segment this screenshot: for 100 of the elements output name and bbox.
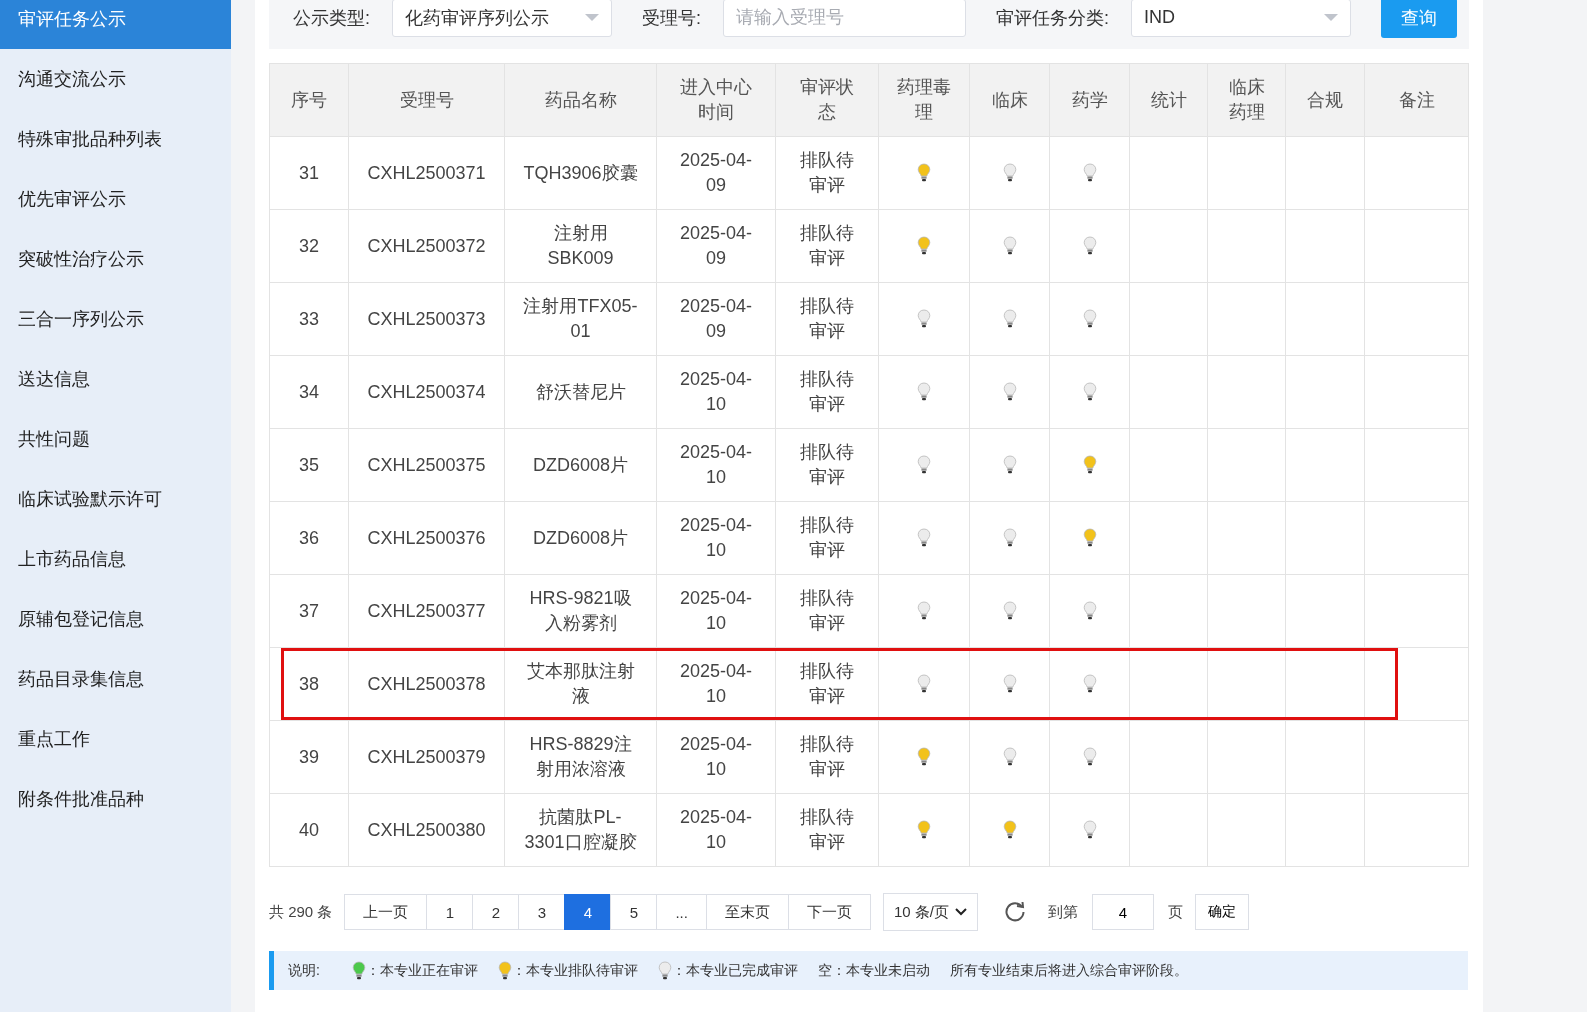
page-button[interactable]: 4 xyxy=(564,894,612,930)
sidebar-item[interactable]: 重点工作 xyxy=(0,709,231,769)
table-cell: 34 xyxy=(270,356,349,429)
caret-icon xyxy=(585,13,599,22)
legend-label: 说明: xyxy=(288,961,320,980)
column-header: 统计 xyxy=(1130,64,1208,137)
table-cell: 注射用TFX05-01 xyxy=(505,283,657,356)
table-cell: 排队待审评 xyxy=(776,210,879,283)
table-cell: HRS-8829注射用浓溶液 xyxy=(505,721,657,794)
goto-label: 到第 xyxy=(1047,902,1078,922)
filter-label: 受理号: xyxy=(642,6,701,30)
table-cell: 37 xyxy=(270,575,349,648)
column-header: 合规 xyxy=(1286,64,1365,137)
page-unit-label: 页 xyxy=(1167,902,1183,922)
table-cell: 排队待审评 xyxy=(776,794,879,867)
table-cell: DZD6008片 xyxy=(505,502,657,575)
table-cell: 2025-04-10 xyxy=(657,429,776,502)
column-header: 临床 xyxy=(970,64,1050,137)
table-cell: 2025-04-09 xyxy=(657,137,776,210)
sidebar-item[interactable]: 突破性治疗公示 xyxy=(0,229,231,289)
table-cell: TQH3906胶囊 xyxy=(505,137,657,210)
table-cell: 注射用SBK009 xyxy=(505,210,657,283)
table-cell: 2025-04-10 xyxy=(657,502,776,575)
table-cell: CXHL2500379 xyxy=(349,721,505,794)
page-input[interactable]: 4 xyxy=(1091,894,1154,930)
table-cell: 2025-04-10 xyxy=(657,356,776,429)
table-cell: 排队待审评 xyxy=(776,648,879,721)
table-cell: CXHL2500374 xyxy=(349,356,505,429)
table-cell: 排队待审评 xyxy=(776,575,879,648)
table-cell: CXHL2500371 xyxy=(349,137,505,210)
column-header: 药学 xyxy=(1050,64,1130,137)
sidebar-item[interactable]: 药品目录集信息 xyxy=(0,649,231,709)
table-cell: 38 xyxy=(270,648,349,721)
chevron-down-icon xyxy=(954,908,967,916)
table-cell: 排队待审评 xyxy=(776,356,879,429)
table-cell: HRS-9821吸入粉雾剂 xyxy=(505,575,657,648)
table-cell: 32 xyxy=(270,210,349,283)
sidebar-item[interactable]: 附条件批准品种 xyxy=(0,769,231,829)
table-cell: 36 xyxy=(270,502,349,575)
filter-label: 公示类型: xyxy=(293,6,370,30)
legend-text: ：本专业排队待审评 xyxy=(511,961,638,980)
table-cell: 35 xyxy=(270,429,349,502)
page-button[interactable]: ... xyxy=(656,894,707,930)
input-field[interactable]: 请输入受理号 xyxy=(723,0,966,37)
table-cell: CXHL2500375 xyxy=(349,429,505,502)
table-cell: 2025-04-09 xyxy=(657,283,776,356)
column-header: 药品名称 xyxy=(505,64,657,137)
table-cell: 31 xyxy=(270,137,349,210)
column-header: 序号 xyxy=(270,64,349,137)
table-cell: CXHL2500380 xyxy=(349,794,505,867)
legend-text: ：本专业已完成审评 xyxy=(671,961,798,980)
table-cell: CXHL2500378 xyxy=(349,648,505,721)
total-count: 共 290 条 xyxy=(269,902,333,922)
column-header: 备注 xyxy=(1365,64,1469,137)
caret-icon xyxy=(1324,13,1338,22)
table-cell: CXHL2500373 xyxy=(349,283,505,356)
table-cell: 艾本那肽注射液 xyxy=(505,648,657,721)
page-button[interactable]: 1 xyxy=(426,894,474,930)
table-cell: CXHL2500376 xyxy=(349,502,505,575)
column-header: 临床药理 xyxy=(1208,64,1286,137)
table-cell: 排队待审评 xyxy=(776,137,879,210)
sidebar-item[interactable]: 特殊审批品种列表 xyxy=(0,109,231,169)
table-cell: CXHL2500372 xyxy=(349,210,505,283)
page-size-select[interactable]: 10 条/页 xyxy=(882,893,978,931)
select-field[interactable]: 化药审评序列公示 xyxy=(392,0,612,37)
legend-text: 空：本专业未启动 xyxy=(817,961,930,980)
sidebar-item[interactable]: 原辅包登记信息 xyxy=(0,589,231,649)
page-button[interactable]: 上一页 xyxy=(344,894,428,930)
sidebar-item[interactable]: 优先审评公示 xyxy=(0,169,231,229)
table-cell: 40 xyxy=(270,794,349,867)
sidebar-item[interactable]: 三合一序列公示 xyxy=(0,289,231,349)
table-cell: 2025-04-10 xyxy=(657,721,776,794)
table-cell: 39 xyxy=(270,721,349,794)
confirm-button[interactable]: 确定 xyxy=(1194,894,1249,930)
table-cell: 排队待审评 xyxy=(776,283,879,356)
page-button[interactable]: 下一页 xyxy=(787,894,871,930)
select-field[interactable]: IND xyxy=(1131,0,1351,37)
table-cell: 33 xyxy=(270,283,349,356)
table-cell: CXHL2500377 xyxy=(349,575,505,648)
page-button[interactable]: 3 xyxy=(518,894,566,930)
column-header: 药理毒理 xyxy=(879,64,970,137)
column-header: 受理号 xyxy=(349,64,505,137)
legend-note: 所有专业结束后将进入综合审评阶段。 xyxy=(949,961,1188,980)
sidebar-item[interactable]: 共性问题 xyxy=(0,409,231,469)
sidebar-item[interactable]: 送达信息 xyxy=(0,349,231,409)
table-cell: 2025-04-10 xyxy=(657,575,776,648)
page-button[interactable]: 至末页 xyxy=(705,894,789,930)
page-button[interactable]: 5 xyxy=(610,894,658,930)
table-cell: 舒沃替尼片 xyxy=(505,356,657,429)
sidebar-item[interactable]: 沟通交流公示 xyxy=(0,49,231,109)
table-cell: 2025-04-10 xyxy=(657,794,776,867)
sidebar-item[interactable]: 临床试验默示许可 xyxy=(0,469,231,529)
legend-text: ：本专业正在审评 xyxy=(365,961,478,980)
refresh-icon[interactable] xyxy=(1003,901,1026,923)
sidebar-item[interactable]: 审评任务公示 xyxy=(0,0,231,49)
table-cell: DZD6008片 xyxy=(505,429,657,502)
table-cell: 排队待审评 xyxy=(776,721,879,794)
page-button[interactable]: 2 xyxy=(472,894,520,930)
sidebar-item[interactable]: 上市药品信息 xyxy=(0,529,231,589)
table-cell: 2025-04-10 xyxy=(657,648,776,721)
